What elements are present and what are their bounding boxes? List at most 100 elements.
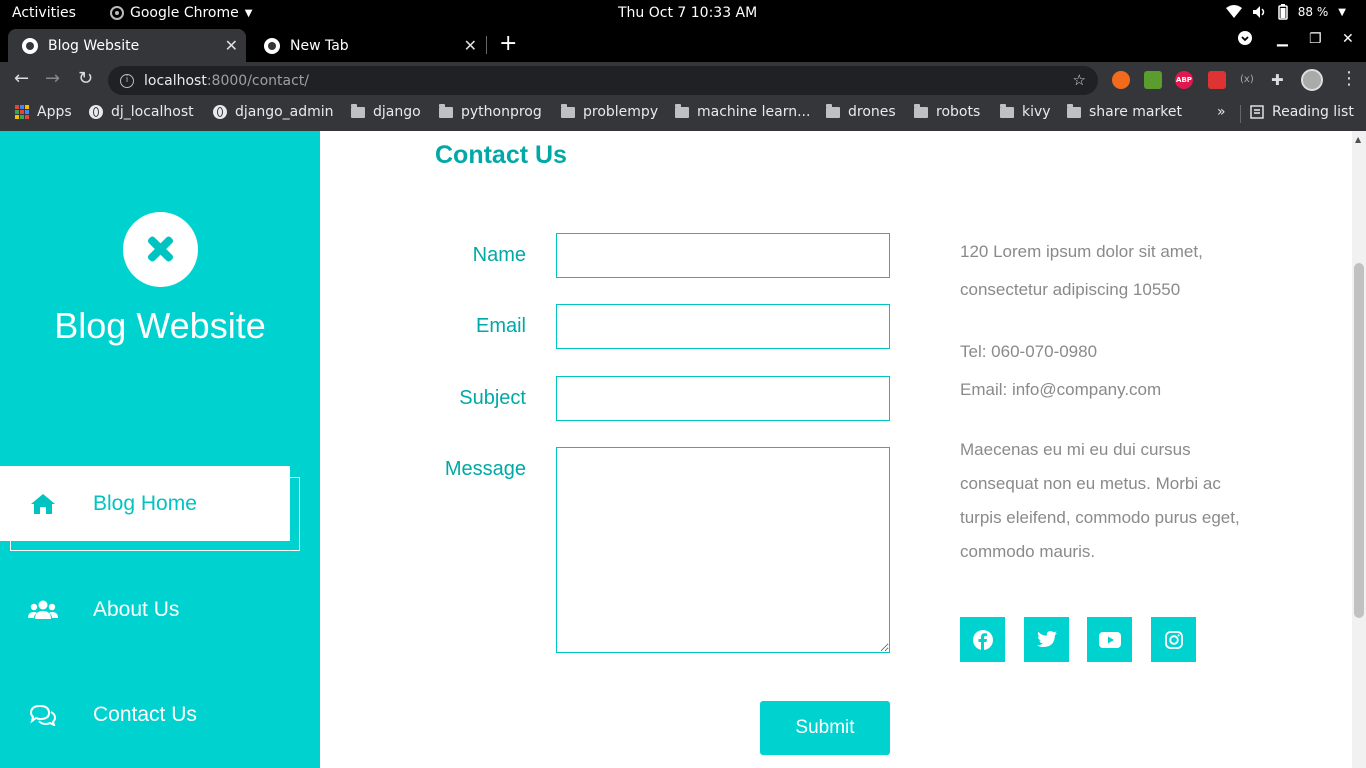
battery-percent: 88 % bbox=[1297, 5, 1329, 19]
tab-separator bbox=[486, 36, 487, 54]
bookmark-folder-robots[interactable]: robots bbox=[914, 103, 980, 120]
globe-icon bbox=[89, 105, 103, 119]
bookmark-label: drones bbox=[848, 104, 896, 120]
battery-icon bbox=[1278, 4, 1288, 20]
name-field[interactable] bbox=[556, 233, 890, 278]
address-line-1: 120 Lorem ipsum dolor sit amet, bbox=[960, 242, 1203, 261]
bookmark-label: machine learn... bbox=[697, 104, 811, 120]
apps-grid-icon bbox=[15, 105, 29, 119]
youtube-icon bbox=[1098, 631, 1121, 648]
bookmarks-divider bbox=[1240, 105, 1241, 123]
extension-code-icon[interactable]: (x) bbox=[1240, 71, 1258, 89]
tab-new-tab[interactable]: New Tab ✕ bbox=[250, 29, 485, 62]
adblock-icon[interactable]: ABP bbox=[1175, 71, 1193, 89]
facebook-icon bbox=[972, 629, 993, 650]
system-tray[interactable]: 88 % ▼ bbox=[1225, 4, 1346, 20]
message-field[interactable] bbox=[556, 447, 890, 653]
facebook-button[interactable] bbox=[960, 617, 1005, 662]
extension-badge-icon[interactable] bbox=[1208, 71, 1226, 89]
browser-toolbar: ← → ↻ i localhost :8000/contact/ ☆ ABP (… bbox=[0, 62, 1366, 98]
page-title: Contact Us bbox=[435, 141, 567, 169]
instagram-button[interactable] bbox=[1151, 617, 1196, 662]
nav-item-label: Contact Us bbox=[93, 702, 197, 726]
url-path: :8000/contact/ bbox=[206, 72, 310, 89]
sidebar: Blog Website Blog Home About Us Contact … bbox=[0, 131, 320, 768]
chrome-icon bbox=[110, 6, 124, 20]
extension-orange-icon[interactable] bbox=[1112, 71, 1130, 89]
bookmark-folder-django[interactable]: django bbox=[351, 103, 421, 120]
scrollbar-thumb[interactable] bbox=[1354, 263, 1364, 618]
folder-icon bbox=[351, 103, 365, 118]
address-line-2: consectetur adipiscing 10550 bbox=[960, 280, 1181, 299]
bookmark-folder-share-market[interactable]: share market bbox=[1067, 103, 1182, 120]
bookmarks-bar: Apps dj_localhost django_admin django py… bbox=[0, 98, 1366, 131]
bookmark-folder-problempy[interactable]: problempy bbox=[561, 103, 658, 120]
twitter-button[interactable] bbox=[1024, 617, 1069, 662]
app-menu-label: Google Chrome bbox=[130, 5, 239, 21]
bookmark-apps[interactable]: Apps bbox=[15, 104, 72, 120]
clock[interactable]: Thu Oct 7 10:33 AM bbox=[618, 5, 757, 21]
kebab-menu-icon[interactable]: ⋮ bbox=[1340, 68, 1358, 89]
bookmark-folder-drones[interactable]: drones bbox=[826, 103, 896, 120]
submit-button[interactable]: Submit bbox=[760, 701, 890, 755]
bookmark-folder-machine-learn[interactable]: machine learn... bbox=[675, 103, 811, 120]
bookmark-folder-pythonprog[interactable]: pythonprog bbox=[439, 103, 542, 120]
tab-label: Blog Website bbox=[48, 37, 140, 54]
youtube-button[interactable] bbox=[1087, 617, 1132, 662]
activities-button[interactable]: Activities bbox=[12, 5, 76, 21]
nav-item-blog-home[interactable]: Blog Home bbox=[0, 466, 290, 541]
scroll-up-icon[interactable]: ▲ bbox=[1355, 135, 1361, 144]
extension-green-icon[interactable] bbox=[1144, 71, 1162, 89]
folder-icon bbox=[914, 103, 928, 118]
close-menu-icon[interactable] bbox=[123, 212, 198, 287]
close-window-icon[interactable]: ✕ bbox=[1342, 31, 1354, 47]
email-field[interactable] bbox=[556, 304, 890, 349]
address-bar[interactable]: i localhost :8000/contact/ ☆ bbox=[108, 66, 1098, 95]
nav-item-label: About Us bbox=[93, 597, 180, 621]
message-label: Message bbox=[444, 458, 526, 480]
folder-icon bbox=[1067, 103, 1081, 118]
avatar[interactable] bbox=[1301, 69, 1323, 91]
folder-icon bbox=[1000, 103, 1014, 118]
reload-icon[interactable]: ↻ bbox=[78, 68, 93, 89]
globe-icon bbox=[22, 37, 38, 54]
back-arrow-icon[interactable]: ← bbox=[14, 68, 29, 89]
forward-arrow-icon[interactable]: → bbox=[45, 68, 60, 89]
name-label: Name bbox=[472, 244, 526, 266]
tab-label: New Tab bbox=[290, 37, 349, 54]
new-tab-button[interactable]: + bbox=[499, 31, 517, 56]
bookmarks-overflow-button[interactable]: » bbox=[1217, 104, 1226, 120]
bookmark-label: pythonprog bbox=[461, 104, 542, 120]
bookmark-dj-localhost[interactable]: dj_localhost bbox=[89, 104, 194, 120]
folder-icon bbox=[439, 103, 453, 118]
info-icon[interactable]: i bbox=[120, 73, 134, 88]
close-icon[interactable]: ✕ bbox=[464, 36, 477, 55]
reading-list-icon bbox=[1250, 105, 1264, 119]
tab-blog-website[interactable]: Blog Website ✕ bbox=[8, 29, 246, 62]
restore-icon[interactable]: ❐ bbox=[1309, 31, 1322, 47]
wifi-icon bbox=[1225, 5, 1242, 18]
tab-search-icon[interactable] bbox=[1238, 31, 1252, 49]
bookmark-star-icon[interactable]: ☆ bbox=[1073, 71, 1086, 89]
nav-item-contact-us[interactable]: Contact Us bbox=[0, 677, 290, 752]
phone-number: Tel: 060-070-0980 bbox=[960, 342, 1098, 361]
bookmark-label: django_admin bbox=[235, 104, 334, 120]
bookmark-label: dj_localhost bbox=[111, 104, 194, 120]
bookmark-django-admin[interactable]: django_admin bbox=[213, 104, 334, 120]
bookmark-folder-kivy[interactable]: kivy bbox=[1000, 103, 1051, 120]
subject-field[interactable] bbox=[556, 376, 890, 421]
reading-list-label: Reading list bbox=[1272, 104, 1354, 120]
reading-list-button[interactable]: Reading list bbox=[1250, 104, 1354, 120]
app-menu[interactable]: Google Chrome ▼ bbox=[110, 5, 252, 21]
close-icon[interactable]: ✕ bbox=[225, 36, 238, 55]
page-scrollbar[interactable]: ▲ bbox=[1352, 131, 1366, 768]
chat-icon bbox=[28, 704, 58, 726]
email-label: Email bbox=[475, 315, 526, 337]
puzzle-icon[interactable]: ✚ bbox=[1271, 71, 1289, 89]
nav-item-about-us[interactable]: About Us bbox=[0, 572, 290, 647]
url-host: localhost bbox=[144, 72, 207, 89]
minimize-icon[interactable]: ▁ bbox=[1277, 31, 1288, 47]
chevron-down-icon: ▼ bbox=[244, 7, 253, 19]
instagram-icon bbox=[1164, 630, 1183, 649]
bookmark-label: Apps bbox=[37, 104, 72, 120]
